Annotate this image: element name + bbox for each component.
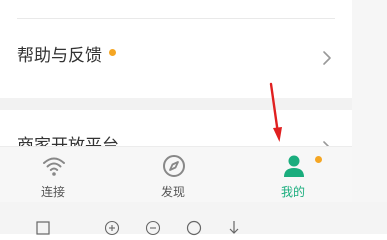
- tab-mine[interactable]: 我的: [243, 147, 343, 203]
- section-separator: [0, 98, 352, 110]
- tab-mine-label: 我的: [280, 185, 305, 199]
- zoom-in-icon[interactable]: [104, 220, 120, 236]
- person-icon: [284, 155, 304, 177]
- help-feedback-label: 帮助与反馈: [17, 46, 102, 66]
- circle-icon[interactable]: [186, 220, 202, 236]
- tab-connect-label: 连接: [40, 185, 65, 199]
- bottom-tab-bar: 连接 发现 我的: [0, 146, 352, 203]
- merchant-platform-label: 商家开放平台: [17, 136, 119, 147]
- red-arrow-annotation: [269, 82, 282, 142]
- download-icon[interactable]: [226, 220, 242, 236]
- zoom-out-icon[interactable]: [145, 220, 161, 236]
- merchant-platform-row[interactable]: 商家开放平台: [0, 110, 352, 146]
- screen-margin: [352, 0, 387, 234]
- notification-dot: [315, 156, 322, 163]
- square-icon[interactable]: [35, 220, 51, 236]
- tab-connect[interactable]: 连接: [3, 147, 103, 203]
- tab-discover-label: 发现: [160, 185, 185, 199]
- emulator-toolbar: [0, 202, 387, 236]
- compass-icon: [163, 155, 185, 177]
- chevron-right-icon: [323, 51, 331, 65]
- list-divider: [17, 18, 335, 19]
- app-screen: 帮助与反馈 商家开放平台 连接 发现 我的: [0, 0, 352, 234]
- tab-discover[interactable]: 发现: [123, 147, 223, 203]
- wifi-icon: [43, 157, 65, 176]
- notification-dot: [109, 49, 116, 56]
